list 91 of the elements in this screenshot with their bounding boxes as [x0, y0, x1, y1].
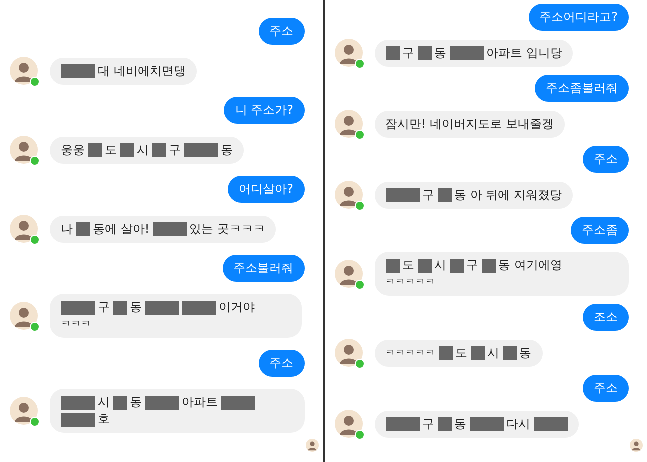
message-text: 시 [434, 257, 446, 274]
redaction-block [182, 300, 216, 314]
message-bubble: 니 주소가? [224, 97, 304, 124]
message-text: 아파트 [182, 394, 218, 411]
message-text: 동 [454, 416, 466, 432]
redaction-block [113, 396, 127, 410]
avatar [10, 136, 38, 164]
redaction-block [470, 417, 504, 431]
redaction-block [76, 222, 90, 236]
message-bubble: 주소좀 [571, 217, 629, 244]
redaction-block [482, 258, 496, 272]
redaction-block [61, 300, 95, 314]
message-text: 구 [169, 142, 181, 158]
message-text: 구 [402, 44, 414, 62]
message-text: 호 [98, 411, 110, 428]
redaction-block [438, 188, 452, 202]
message-text: 구 [422, 416, 434, 432]
redaction-block [418, 258, 432, 272]
redaction-block [438, 417, 452, 431]
avatar [10, 215, 38, 243]
message-text: 다시 [506, 416, 530, 432]
seen-avatar [630, 439, 643, 452]
message-text: 대 네비에치면댕 [98, 62, 186, 80]
message-bubble: 주소 [583, 146, 629, 173]
redaction-block [450, 46, 484, 60]
message-text: 동 여기에영 [498, 257, 562, 274]
message-text: 동 [434, 44, 446, 62]
redaction-block [450, 258, 464, 272]
message-bubble: 주소좀불러줘 [535, 75, 629, 102]
redaction-block [418, 46, 432, 60]
redaction-block [386, 188, 420, 202]
message-text: 시 [98, 394, 110, 411]
message-text: 잠시만! 네이버지도로 보내줄겡 [386, 116, 554, 132]
message-text: 동 [130, 394, 142, 411]
message-text: 동 [520, 344, 532, 362]
message-text: 나 [61, 220, 73, 238]
seen-avatar [306, 439, 318, 452]
redaction-block [145, 300, 179, 314]
redaction-block [145, 396, 179, 410]
redaction-block [61, 412, 95, 426]
message-bubble: 주소 [258, 18, 304, 45]
message-bubble: 주소어디라고? [528, 4, 629, 31]
message-text: 구 [422, 186, 434, 204]
redaction-block [534, 417, 568, 431]
message-bubble: 주소 [258, 350, 304, 377]
redaction-block [184, 143, 218, 157]
redaction-block [438, 346, 452, 360]
avatar [334, 110, 362, 138]
redaction-block [152, 143, 166, 157]
redaction-block [61, 64, 95, 78]
redaction-block [221, 396, 255, 410]
avatar [10, 302, 38, 330]
message-bubble: 주소불러줘 [222, 255, 304, 282]
message-text: 구 [98, 299, 110, 316]
message-text: ㅋㅋㅋ [61, 318, 91, 332]
message-text: 도 [456, 344, 468, 362]
avatar [334, 181, 362, 209]
message-text: 동 [130, 299, 142, 316]
avatar [334, 339, 362, 367]
message-bubble: 주소 [583, 375, 629, 402]
message-text: ㅋㅋㅋㅋㅋ [386, 346, 436, 360]
message-text: ㅋㅋㅋㅋㅋ [386, 276, 436, 290]
message-bubble: 조소 [583, 304, 629, 331]
message-text: 구 [466, 257, 478, 274]
redaction-block [386, 46, 400, 60]
redaction-block [120, 143, 134, 157]
message-text: 동에 살아! [93, 220, 150, 238]
redaction-block [88, 143, 102, 157]
avatar [334, 410, 362, 438]
message-text: 웅웅 [61, 142, 85, 158]
redaction-block [502, 346, 516, 360]
message-text: 동 [221, 142, 233, 158]
avatar [334, 39, 362, 67]
redaction-block [61, 396, 95, 410]
message-text: 도 [402, 257, 414, 274]
message-text: 시 [137, 142, 149, 158]
message-text: 이거야 [219, 299, 255, 316]
message-bubble: 어디살아? [228, 176, 304, 203]
avatar [334, 260, 362, 288]
redaction-block [113, 300, 127, 314]
redaction-block [470, 346, 484, 360]
redaction-block [152, 222, 187, 236]
redaction-block [386, 258, 400, 272]
redaction-block [386, 417, 420, 431]
message-text: 동 아 뒤에 지워졌당 [454, 186, 562, 204]
message-text: 도 [105, 142, 117, 158]
avatar [10, 397, 38, 425]
message-text: 아파트 입니당 [486, 44, 562, 62]
message-text: 시 [488, 344, 500, 362]
avatar [10, 57, 38, 85]
message-text: 있는 곳ㅋㅋㅋ [190, 220, 266, 238]
